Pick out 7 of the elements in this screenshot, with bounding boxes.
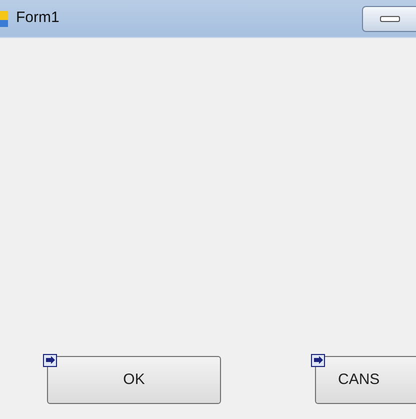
minimize-icon	[380, 16, 400, 22]
dialog-button[interactable]: CANS	[315, 356, 416, 404]
component-icon	[311, 354, 325, 367]
component-icon	[43, 354, 57, 367]
dialog-button[interactable]: OK	[47, 356, 221, 404]
window-title: Form1	[16, 8, 60, 28]
minimize-button[interactable]	[362, 6, 416, 32]
